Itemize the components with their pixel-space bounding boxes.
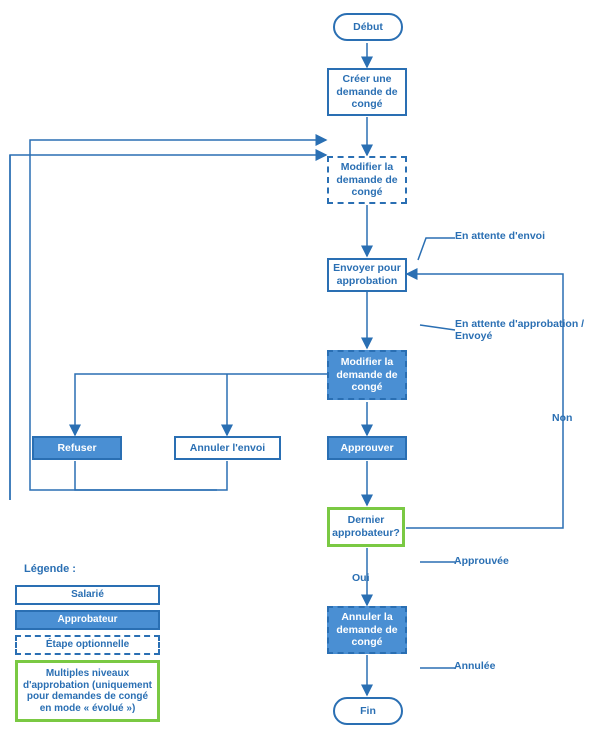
- end-node: Fin: [333, 697, 403, 725]
- legend-label: Multiples niveaux d'approbation (uniquem…: [22, 668, 153, 714]
- node-label: Fin: [360, 705, 376, 718]
- reject-node: Refuser: [32, 436, 122, 460]
- legend-approver: Approbateur: [15, 610, 160, 630]
- approve-node: Approuver: [327, 436, 407, 460]
- approved-label: Approuvée: [454, 555, 534, 567]
- node-label: Envoyer pour approbation: [333, 262, 401, 287]
- node-label: Dernier approbateur?: [332, 514, 400, 539]
- node-label: Annuler l'envoi: [190, 442, 265, 455]
- await-approval-label: En attente d'approbation / Envoyé: [455, 318, 595, 342]
- create-request-node: Créer une demande de congé: [327, 68, 407, 116]
- start-node: Début: [333, 13, 403, 41]
- node-label: Modifier la demande de congé: [333, 161, 401, 199]
- legend-label: Salarié: [71, 589, 104, 601]
- modify-request-employee-node: Modifier la demande de congé: [327, 156, 407, 204]
- legend-label: Étape optionnelle: [46, 639, 129, 651]
- node-label: Modifier la demande de congé: [333, 356, 401, 394]
- last-approver-decision: Dernier approbateur?: [327, 507, 405, 547]
- cancel-send-node: Annuler l'envoi: [174, 436, 281, 460]
- modify-request-approver-node: Modifier la demande de congé: [327, 350, 407, 400]
- node-label: Approuver: [340, 442, 393, 455]
- legend-employee: Salarié: [15, 585, 160, 605]
- node-label: Refuser: [57, 442, 96, 455]
- legend-title: Légende :: [24, 563, 76, 575]
- node-label: Créer une demande de congé: [333, 73, 401, 111]
- node-label: Annuler la demande de congé: [333, 611, 401, 649]
- no-label: Non: [552, 412, 572, 424]
- cancel-request-node: Annuler la demande de congé: [327, 606, 407, 654]
- legend-optional: Étape optionnelle: [15, 635, 160, 655]
- await-send-label: En attente d'envoi: [455, 230, 575, 242]
- yes-label: Oui: [352, 572, 370, 584]
- send-for-approval-node: Envoyer pour approbation: [327, 258, 407, 292]
- cancelled-label: Annulée: [454, 660, 534, 672]
- node-label: Début: [353, 21, 383, 34]
- legend-multi-level: Multiples niveaux d'approbation (uniquem…: [15, 660, 160, 722]
- legend-label: Approbateur: [58, 614, 118, 626]
